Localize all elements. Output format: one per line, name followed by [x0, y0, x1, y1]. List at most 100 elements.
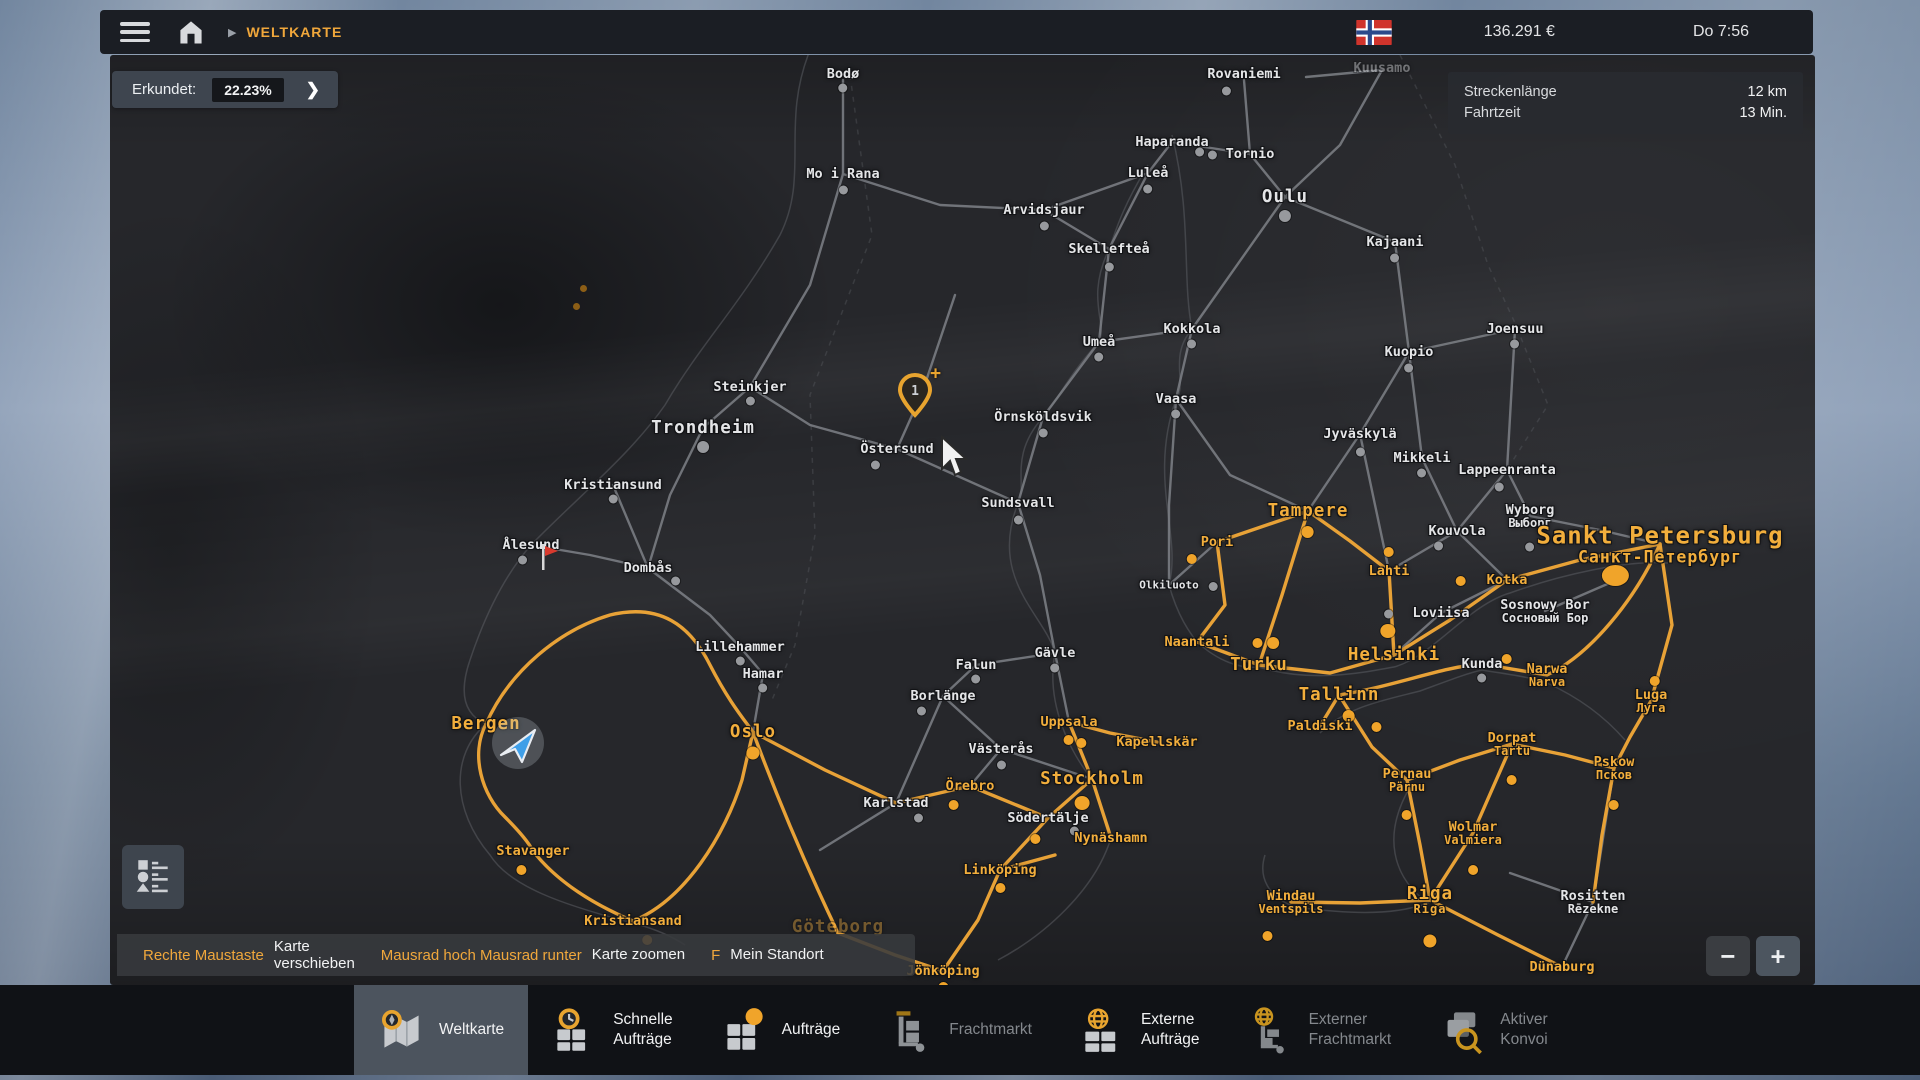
- city-label: Oslo: [730, 722, 776, 742]
- explored-expand-button[interactable]: ❯: [298, 80, 328, 100]
- city-lahti[interactable]: Lahti: [1369, 563, 1410, 579]
- city-mikkeli[interactable]: Mikkeli: [1394, 450, 1451, 466]
- city-dot: [672, 577, 681, 586]
- city-lulea[interactable]: Luleå: [1128, 165, 1169, 181]
- destination-pin[interactable]: 1 +: [895, 371, 935, 419]
- city-pernau[interactable]: PernauPärnu: [1383, 766, 1432, 794]
- city-olkiluoto[interactable]: Olkiluoto: [1139, 579, 1199, 592]
- city-kuusamo[interactable]: Kuusamo: [1354, 60, 1411, 76]
- map-legend-button[interactable]: [122, 845, 184, 909]
- city-jyvaskyla[interactable]: Jyväskylä: [1323, 426, 1396, 442]
- city-stavanger[interactable]: Stavanger: [496, 843, 569, 859]
- city-falun[interactable]: Falun: [956, 657, 997, 673]
- city-label: Mo i Rana: [806, 166, 879, 182]
- explored-label: Erkundet:: [132, 81, 196, 98]
- city-ostersund[interactable]: Östersund: [860, 441, 933, 457]
- city-tampere[interactable]: Tampere: [1268, 501, 1349, 521]
- city-kunda[interactable]: Kunda: [1462, 656, 1503, 672]
- zoom-out-button[interactable]: −: [1706, 936, 1750, 976]
- city-wolmar[interactable]: WolmarValmiera: [1444, 819, 1502, 847]
- city-lappeenranta[interactable]: Lappeenranta: [1458, 462, 1556, 478]
- city-borlange[interactable]: Borlänge: [910, 688, 975, 704]
- city-orebro[interactable]: Örebro: [946, 778, 995, 794]
- city-kristiansand[interactable]: Kristiansand: [584, 913, 682, 929]
- world-map[interactable]: BodøMo i RanaRovaniemiKuusamoHaparandaTo…: [110, 55, 1815, 985]
- city-lillehammer[interactable]: Lillehammer: [695, 639, 784, 655]
- city-oslo[interactable]: Oslo: [730, 722, 776, 742]
- city-kristiansund[interactable]: Kristiansund: [564, 477, 662, 493]
- city-dorpat[interactable]: DorpatTartu: [1488, 730, 1537, 758]
- city-label: Skellefteå: [1068, 241, 1149, 257]
- city-bodo[interactable]: Bodø: [827, 66, 860, 82]
- city-dot: [1105, 263, 1114, 272]
- city-label: Helsinki: [1348, 645, 1440, 665]
- city-mo-i-rana[interactable]: Mo i Rana: [806, 166, 879, 182]
- nav-item-externe-auftrage[interactable]: Externe Aufträge: [1056, 985, 1224, 1075]
- city-uppsala[interactable]: Uppsala: [1041, 714, 1098, 730]
- city-helsinki[interactable]: Helsinki: [1348, 645, 1440, 665]
- city-rositten[interactable]: RosittenRēzekne: [1560, 888, 1625, 916]
- city-dot: [1038, 429, 1047, 438]
- norway-flag-icon: [1356, 20, 1392, 45]
- city-karlstad[interactable]: Karlstad: [863, 795, 928, 811]
- city-pskow[interactable]: PskowПсков: [1594, 754, 1635, 782]
- city-windau[interactable]: WindauVentspils: [1258, 888, 1323, 916]
- city-loviisa[interactable]: Loviisa: [1413, 605, 1470, 621]
- city-riga[interactable]: RigaRīga: [1407, 884, 1453, 916]
- hint-f: FMein Standort: [711, 946, 824, 963]
- nav-item-weltkarte[interactable]: Weltkarte: [354, 985, 528, 1075]
- handtruck-icon: [888, 1007, 935, 1054]
- city-dunaburg[interactable]: Dünaburg: [1529, 959, 1594, 975]
- city-umea[interactable]: Umeå: [1083, 334, 1116, 350]
- city-jonkoping[interactable]: Jönköping: [906, 963, 979, 979]
- map-hints-bar: Rechte MaustasteKarte verschiebenMausrad…: [117, 934, 915, 976]
- city-linkoping[interactable]: Linköping: [963, 862, 1036, 878]
- city-kajaani[interactable]: Kajaani: [1367, 234, 1424, 250]
- city-naantali[interactable]: Naantali: [1164, 634, 1229, 650]
- city-gavle[interactable]: Gävle: [1035, 645, 1076, 661]
- city-turku[interactable]: Turku: [1230, 655, 1288, 675]
- city-kotka[interactable]: Kotka: [1487, 572, 1528, 588]
- city-dot: [1187, 554, 1197, 564]
- city-dot: [838, 84, 847, 93]
- city-pori[interactable]: Pori: [1201, 534, 1234, 550]
- city-sankt-petersburg[interactable]: Sankt PetersburgСанкт-Петербург: [1536, 522, 1783, 567]
- nav-item-auftrage[interactable]: Aufträge: [697, 985, 865, 1075]
- city-hamar[interactable]: Hamar: [743, 666, 784, 682]
- city-trondheim[interactable]: Trondheim: [651, 418, 755, 438]
- city-paldiski[interactable]: Paldiski: [1287, 718, 1352, 734]
- city-label: Rovaniemi: [1207, 66, 1280, 82]
- home-button[interactable]: [176, 18, 206, 46]
- city-label: Örebro: [946, 778, 995, 794]
- city-luga[interactable]: LugaЛуга: [1635, 687, 1668, 715]
- nav-item-schnelle-auftrage[interactable]: Schnelle Aufträge: [528, 985, 696, 1075]
- city-stockholm[interactable]: Stockholm: [1040, 769, 1144, 789]
- city-arvidsjaur[interactable]: Arvidsjaur: [1003, 202, 1084, 218]
- city-dot: [1602, 565, 1629, 586]
- city-oulu[interactable]: Oulu: [1262, 187, 1308, 207]
- city-dombas[interactable]: Dombås: [624, 560, 673, 576]
- city-ornskoldsvik[interactable]: Örnsköldsvik: [994, 409, 1092, 425]
- city-joensuu[interactable]: Joensuu: [1487, 321, 1544, 337]
- city-tallinn[interactable]: Tallinn: [1299, 685, 1380, 705]
- zoom-in-button[interactable]: +: [1756, 936, 1800, 976]
- city-dot: [1171, 410, 1180, 419]
- city-kapellskar[interactable]: Kapellskär: [1116, 734, 1197, 750]
- city-vasteras[interactable]: Västerås: [968, 741, 1033, 757]
- city-skelleftea[interactable]: Skellefteå: [1068, 241, 1149, 257]
- city-rovaniemi[interactable]: Rovaniemi: [1207, 66, 1280, 82]
- city-label: Falun: [956, 657, 997, 673]
- city-narwa[interactable]: NarwaNarva: [1527, 661, 1568, 689]
- city-sosnowy-bor[interactable]: Sosnowy BorСосновый Бор: [1500, 597, 1589, 625]
- city-kuopio[interactable]: Kuopio: [1385, 344, 1434, 360]
- city-sodertalje[interactable]: Södertälje: [1007, 810, 1088, 826]
- menu-button[interactable]: [120, 22, 150, 42]
- city-steinkjer[interactable]: Steinkjer: [713, 379, 786, 395]
- city-dot: [1252, 638, 1262, 648]
- city-nynashamn[interactable]: Nynäshamn: [1074, 830, 1147, 846]
- city-kouvola[interactable]: Kouvola: [1429, 523, 1486, 539]
- city-tornio[interactable]: Tornio: [1226, 146, 1275, 162]
- city-kokkola[interactable]: Kokkola: [1164, 321, 1221, 337]
- city-vaasa[interactable]: Vaasa: [1156, 391, 1197, 407]
- city-sundsvall[interactable]: Sundsvall: [981, 495, 1054, 511]
